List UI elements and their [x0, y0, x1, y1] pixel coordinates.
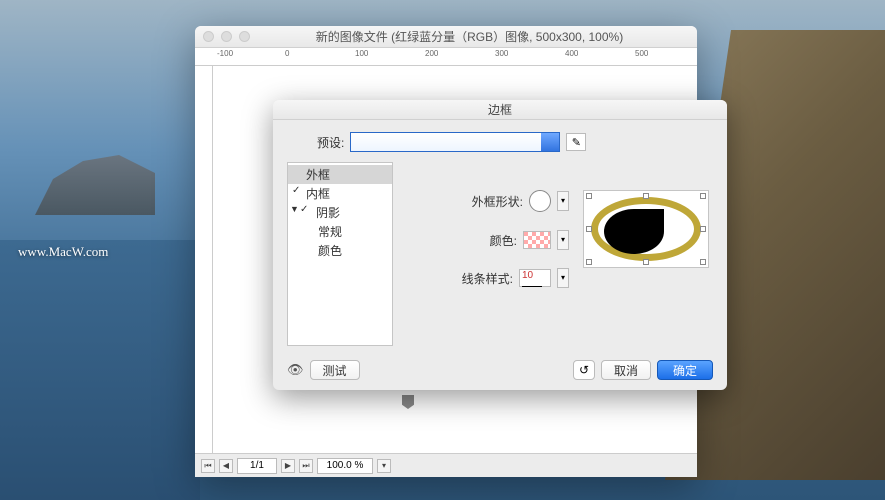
resize-handle[interactable] [700, 259, 706, 265]
statusbar: ⏮ ◀ ▶ ⏭ ▾ [195, 453, 697, 477]
resize-handle[interactable] [586, 193, 592, 199]
window-title: 新的图像文件 (红绿蓝分量（RGB）图像, 500x300, 100%) [250, 28, 689, 45]
horizontal-ruler[interactable]: -100 0 100 200 300 400 500 [195, 48, 697, 66]
stroke-label: 线条样式: [462, 270, 513, 287]
cancel-button[interactable]: 取消 [601, 360, 651, 380]
window-titlebar[interactable]: 新的图像文件 (红绿蓝分量（RGB）图像, 500x300, 100%) [195, 26, 697, 48]
preset-select[interactable] [350, 132, 560, 152]
shape-dropdown[interactable]: ▾ [557, 191, 569, 211]
preview-box [583, 190, 709, 268]
color-dropdown[interactable]: ▾ [557, 230, 569, 250]
form-panel: 外框形状: ▾ 颜色: ▾ 线条样式: 10 ▾ [403, 162, 573, 346]
page-field[interactable] [237, 458, 277, 474]
reset-icon[interactable]: ↺ [573, 360, 595, 380]
shape-label: 外框形状: [472, 193, 523, 210]
zoom-icon[interactable] [239, 31, 250, 42]
list-item-inner[interactable]: ✓内框 [288, 184, 392, 203]
resize-handle[interactable] [700, 226, 706, 232]
preset-label: 预设: [317, 134, 344, 151]
vertical-ruler[interactable] [195, 66, 213, 453]
zoom-field[interactable] [317, 458, 373, 474]
resize-handle[interactable] [643, 259, 649, 265]
zoom-dropdown[interactable]: ▾ [377, 459, 391, 473]
shape-preview[interactable] [529, 190, 551, 212]
color-label: 颜色: [490, 232, 517, 249]
stroke-dropdown[interactable]: ▾ [557, 268, 569, 288]
next-page-button[interactable]: ▶ [281, 459, 295, 473]
close-icon[interactable] [203, 31, 214, 42]
first-page-button[interactable]: ⏮ [201, 459, 215, 473]
resize-handle[interactable] [643, 193, 649, 199]
list-item-color[interactable]: 颜色 [288, 241, 392, 260]
section-list: 外框 ✓内框 ▼✓阴影 常规 颜色 [287, 162, 393, 346]
list-item-general[interactable]: 常规 [288, 222, 392, 241]
list-item-shadow[interactable]: ▼✓阴影 [288, 203, 392, 222]
ok-button[interactable]: 确定 [657, 360, 713, 380]
resize-handle[interactable] [586, 259, 592, 265]
minimize-icon[interactable] [221, 31, 232, 42]
last-page-button[interactable]: ⏭ [299, 459, 313, 473]
preview-ring-icon [591, 197, 701, 261]
prev-page-button[interactable]: ◀ [219, 459, 233, 473]
border-dialog: 边框 预设: ✎ 外框 ✓内框 ▼✓阴影 常规 颜色 外框形状: ▾ [273, 100, 727, 390]
stroke-value-field[interactable]: 10 [519, 269, 551, 287]
watermark-text: www.MacW.com [18, 244, 108, 260]
dialog-title[interactable]: 边框 [273, 100, 727, 120]
edit-preset-icon[interactable]: ✎ [566, 133, 586, 151]
resize-handle[interactable] [586, 226, 592, 232]
resize-handle[interactable] [700, 193, 706, 199]
test-button[interactable]: 测试 [310, 360, 360, 380]
color-swatch[interactable] [523, 231, 551, 249]
list-item-outer[interactable]: 外框 [288, 165, 392, 184]
preview-toggle-icon[interactable]: 👁 [287, 362, 304, 378]
